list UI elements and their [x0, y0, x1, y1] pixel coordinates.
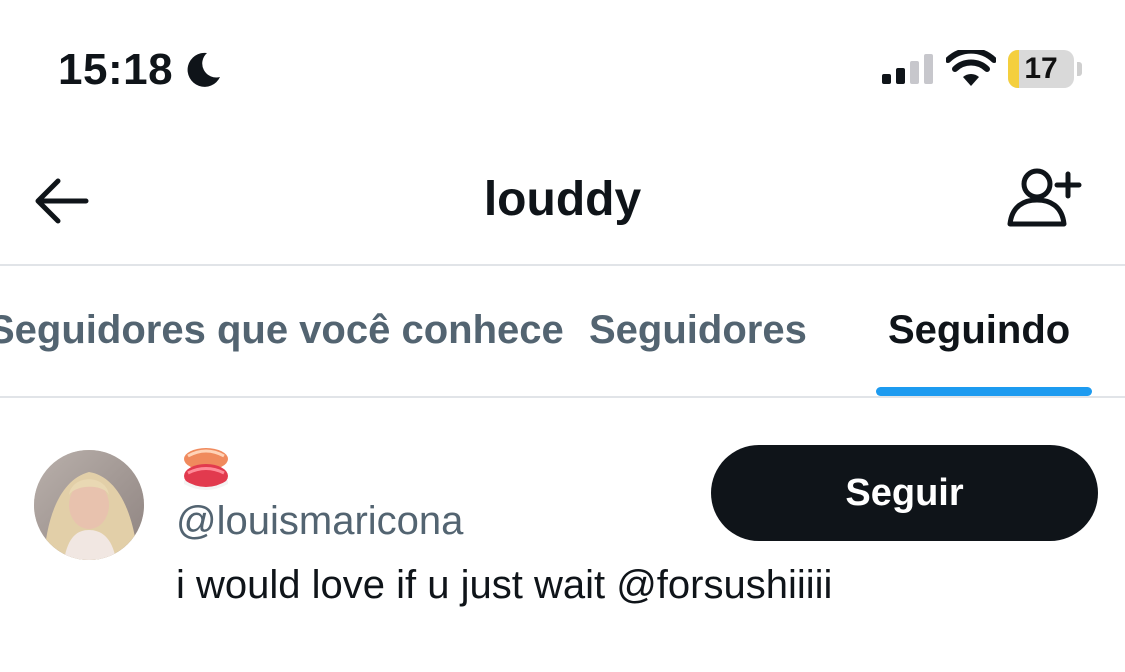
moon-icon: [187, 52, 220, 87]
list-item[interactable]: @louismaricona i would love if u just wa…: [0, 400, 1125, 672]
user-bio: i would love if u just wait @forsushiiii…: [176, 563, 833, 607]
tabs-bar: Seguidores que você conhece Seguidores S…: [0, 266, 1125, 398]
add-user-button[interactable]: [1004, 164, 1084, 234]
battery-tip: [1077, 62, 1082, 76]
sushi-emoji-icon: [184, 448, 228, 490]
battery-level: 17: [1024, 52, 1058, 85]
battery-icon: 17: [1008, 50, 1074, 88]
username[interactable]: @louismaricona: [176, 496, 463, 546]
status-bar: 15:18 17: [0, 0, 1125, 140]
wifi-icon: [946, 50, 996, 86]
follow-button[interactable]: Seguir: [711, 445, 1098, 541]
tab-followers-you-know[interactable]: Seguidores que você conhece: [0, 304, 564, 356]
tab-following[interactable]: Seguindo: [888, 304, 1070, 356]
profile-header: louddy: [0, 140, 1125, 266]
avatar-image: [34, 450, 144, 560]
page-title: louddy: [483, 173, 642, 226]
signal-icon: [882, 54, 933, 84]
avatar[interactable]: [34, 450, 144, 560]
tab-followers[interactable]: Seguidores: [589, 304, 807, 356]
active-tab-indicator: [876, 387, 1092, 396]
status-time: 15:18: [58, 45, 174, 94]
add-user-icon: [1007, 168, 1082, 227]
